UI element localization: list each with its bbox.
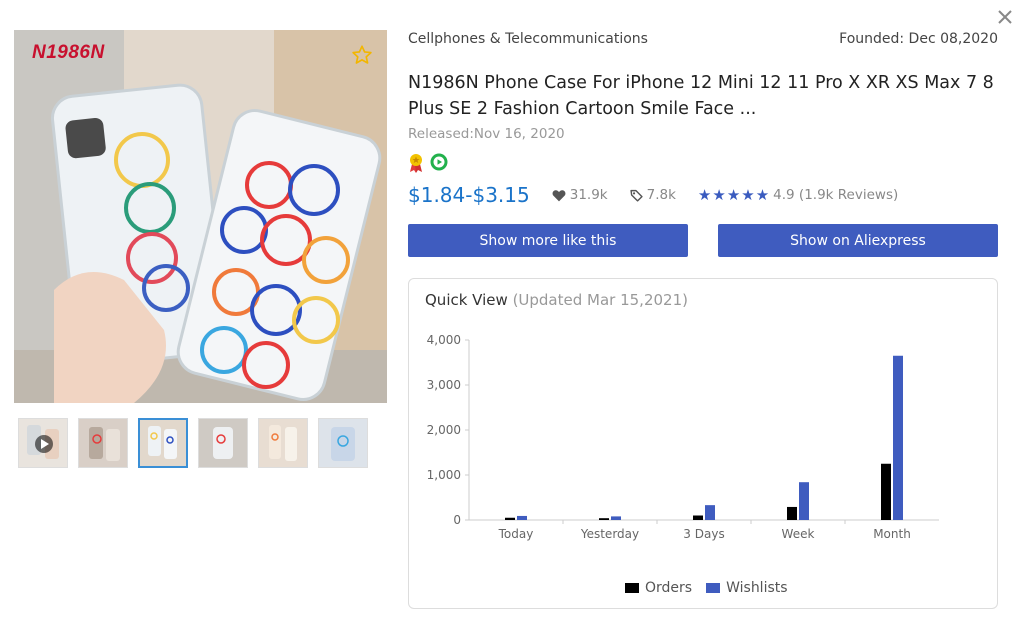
bar-orders — [787, 506, 797, 520]
tags-count: 7.8k — [646, 187, 676, 203]
product-photo — [14, 30, 387, 403]
y-tick-label: 2,000 — [427, 423, 461, 437]
thumbnail-image — [140, 420, 186, 466]
store-founded-date: Founded: Dec 08,2020 — [839, 31, 998, 47]
x-tick-label: Yesterday — [580, 527, 639, 541]
x-tick-label: Today — [498, 527, 534, 541]
bar-wishlists — [705, 505, 715, 520]
tags-stat: 7.8k — [630, 187, 676, 203]
quick-view-panel: Quick View (Updated Mar 15,2021) 0 1,000 2… — [408, 278, 998, 609]
thumbnail-6[interactable] — [318, 418, 368, 468]
bar-orders — [505, 517, 515, 520]
thumbnail-image — [319, 419, 367, 467]
bar-wishlists — [799, 482, 809, 520]
thumbnail-video[interactable] — [18, 418, 68, 468]
bar-orders — [599, 518, 609, 520]
legend-orders-label: Orders — [645, 580, 693, 596]
y-tick-label: 1,000 — [427, 468, 461, 482]
y-tick-label: 0 — [453, 513, 461, 527]
close-icon[interactable] — [994, 6, 1012, 28]
award-ribbon-icon — [410, 154, 422, 173]
show-on-aliexpress-button[interactable]: Show on Aliexpress — [718, 224, 998, 257]
badges — [408, 153, 448, 173]
legend-wishlists-label: Wishlists — [726, 580, 788, 596]
thumbnail-3-selected[interactable] — [138, 418, 188, 468]
bar-orders — [881, 463, 891, 520]
y-tick-label: 3,000 — [427, 378, 461, 392]
legend-orders[interactable]: Orders — [625, 580, 692, 596]
product-title[interactable]: N1986N Phone Case For iPhone 12 Mini 12 … — [408, 70, 1000, 122]
thumbnail-image — [199, 419, 247, 467]
release-date: Released:Nov 16, 2020 — [408, 126, 565, 142]
quick-view-chart: 0 1,000 2,000 3,000 4,000 Today Yesterday 3 Day… — [427, 333, 939, 541]
y-tick-label: 4,000 — [427, 333, 461, 347]
brand-logo: N1986N — [32, 42, 105, 63]
rating-text[interactable]: 4.9 (1.9k Reviews) — [773, 187, 898, 203]
x-tick-label: 3 Days — [683, 527, 724, 541]
x-tick-label: Week — [782, 527, 815, 541]
heart-icon — [552, 189, 566, 201]
chart-legend: Orders Wishlists — [625, 580, 802, 596]
bar-wishlists — [517, 515, 527, 520]
x-tick-label: Month — [873, 527, 911, 541]
product-category[interactable]: Cellphones & Telecommunications — [408, 31, 648, 47]
tag-icon — [630, 189, 643, 202]
thumbnail-5[interactable] — [258, 418, 308, 468]
thumbnail-image — [259, 419, 307, 467]
bar-wishlists — [611, 516, 621, 520]
bar-wishlists — [893, 355, 903, 520]
price-row: $1.84-$3.15 31.9k 7.8k ★★★★★ 4.9 (1.9k R… — [408, 181, 898, 209]
play-circle-icon — [430, 153, 448, 171]
legend-wishlists[interactable]: Wishlists — [706, 580, 788, 596]
favorite-star-icon[interactable] — [351, 44, 373, 66]
thumbnail-image — [19, 419, 67, 467]
show-more-like-this-button[interactable]: Show more like this — [408, 224, 688, 257]
thumbnail-strip — [18, 418, 368, 468]
product-main-image: N1986N — [14, 30, 387, 403]
likes-stat: 31.9k — [552, 187, 608, 203]
rating-stars: ★★★★★ — [697, 186, 771, 204]
thumbnail-4[interactable] — [198, 418, 248, 468]
price: $1.84-$3.15 — [408, 183, 530, 207]
thumbnail-image — [79, 419, 127, 467]
likes-count: 31.9k — [569, 187, 608, 203]
bar-orders — [693, 515, 703, 520]
thumbnail-2[interactable] — [78, 418, 128, 468]
